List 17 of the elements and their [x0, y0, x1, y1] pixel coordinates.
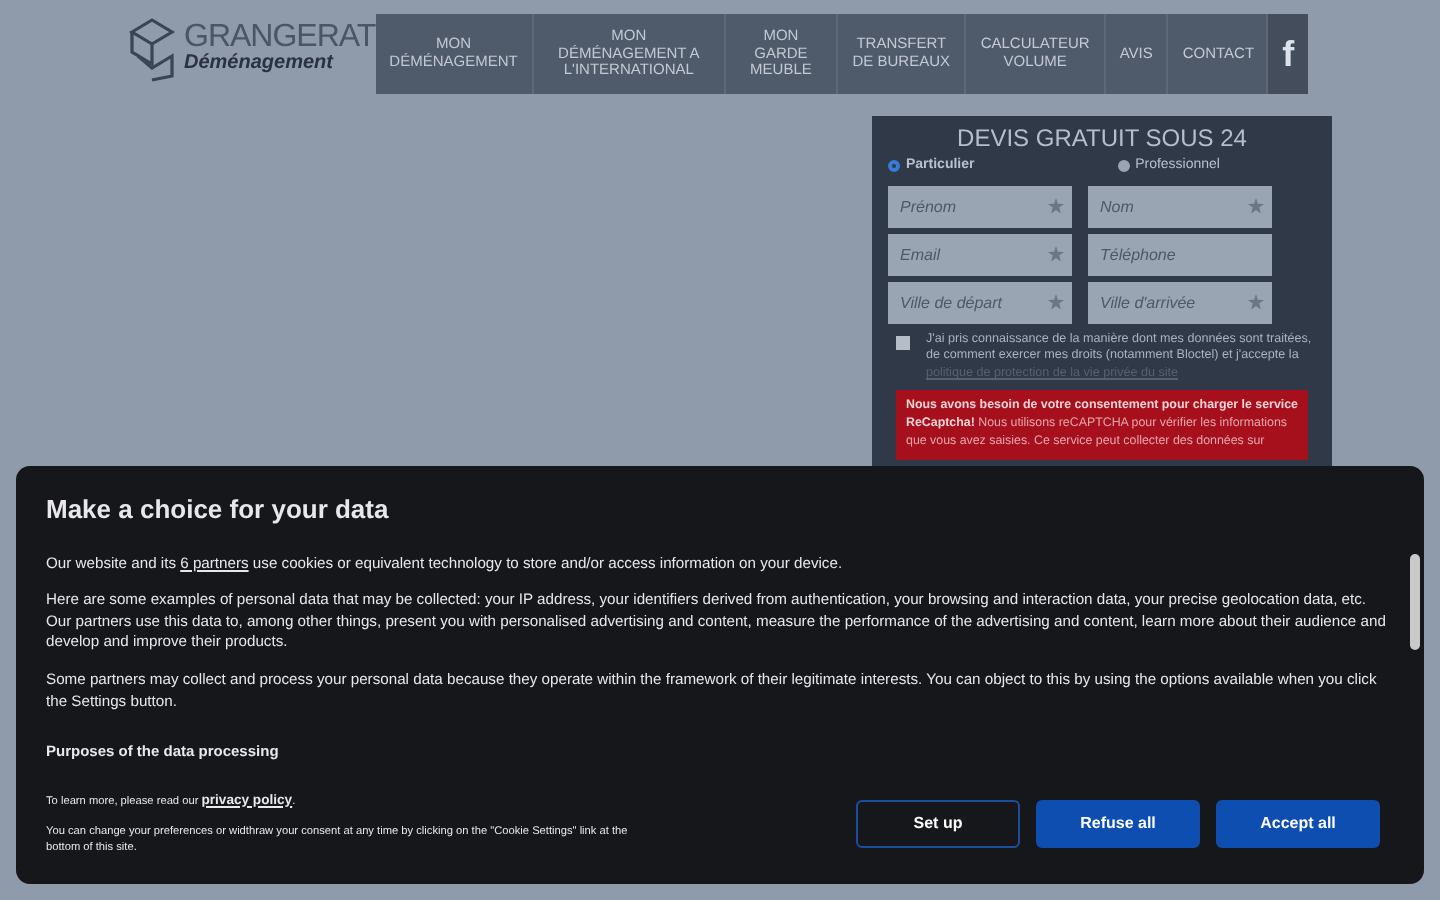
- logo-icon: [128, 14, 176, 82]
- dialog-button[interactable]: Accept all: [1216, 799, 1380, 847]
- input-field[interactable]: Prénom: [888, 185, 1072, 227]
- input-field[interactable]: Email: [888, 233, 1072, 275]
- input-field[interactable]: Ville de départ: [888, 281, 1072, 323]
- input-field[interactable]: Téléphone: [1088, 233, 1272, 275]
- dialog-title: Make a choice for your data: [46, 492, 391, 528]
- dialog-button[interactable]: Set up: [856, 799, 1020, 847]
- form-title: DEVIS GRATUIT SOUS 24: [955, 122, 1249, 156]
- facebook-link[interactable]: f: [1268, 14, 1308, 94]
- logo-tagline: Déménagement: [184, 54, 336, 74]
- consent-checkbox[interactable]: [896, 335, 910, 349]
- logo-name: GRANGERAT: [184, 22, 376, 54]
- scrollbar[interactable]: [1410, 554, 1420, 650]
- input-field[interactable]: Ville d'arrivée: [1088, 281, 1272, 323]
- input-field[interactable]: Nom: [1088, 185, 1272, 227]
- dialog-button[interactable]: Refuse all: [1036, 799, 1200, 847]
